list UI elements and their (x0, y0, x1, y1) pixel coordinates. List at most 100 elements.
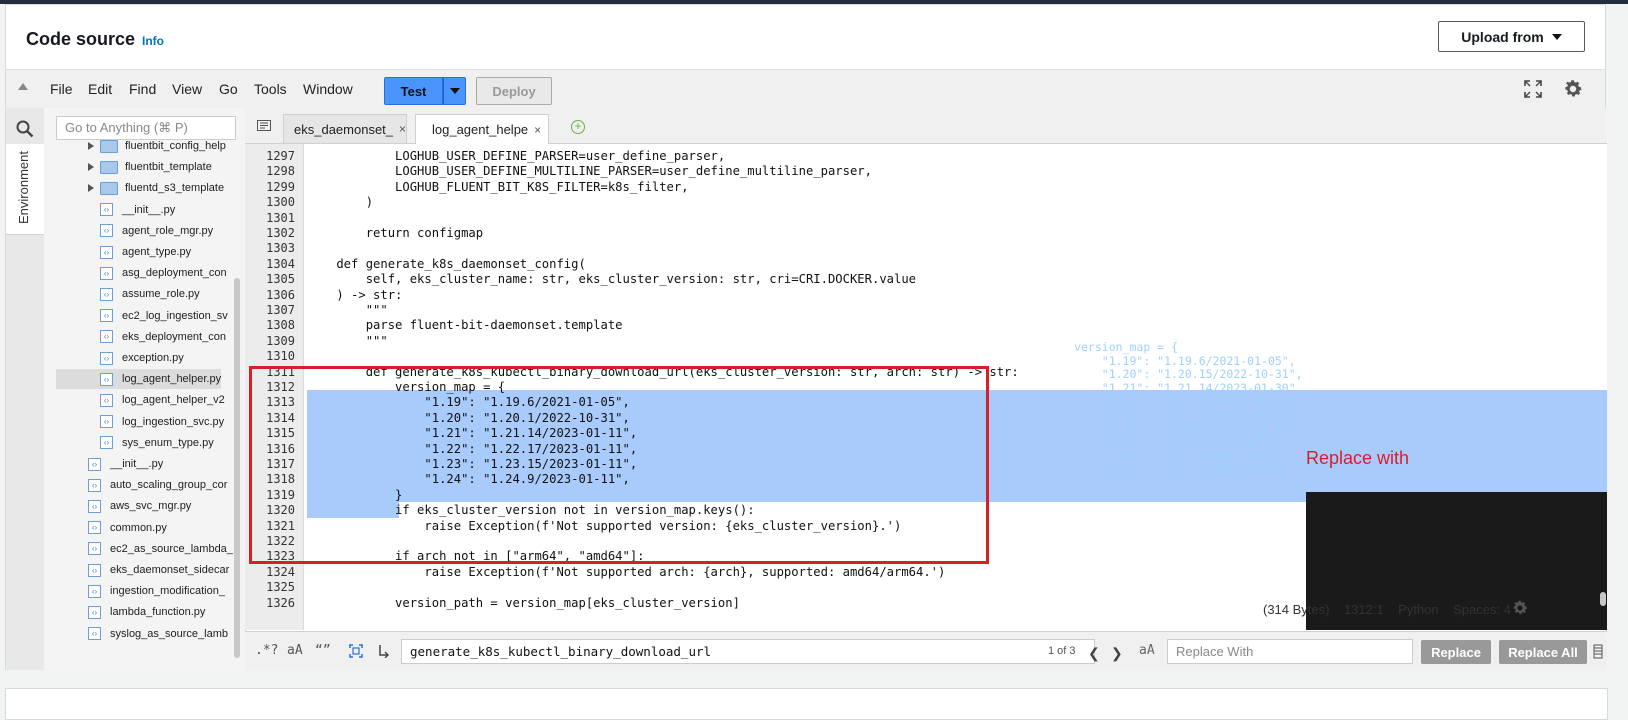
menu-window[interactable]: Window (303, 81, 353, 97)
gear-icon[interactable] (1511, 599, 1529, 617)
tab-menu-icon[interactable] (257, 120, 271, 131)
tree-file[interactable]: ‹› common.py (88, 518, 167, 538)
code-line[interactable]: """ (307, 302, 388, 318)
environment-tab[interactable]: Environment (6, 144, 44, 235)
python-file-icon: ‹› (88, 605, 101, 619)
tree-item-label: ingestion_modification_ (110, 585, 225, 598)
tree-file[interactable]: ‹› asg_deployment_con (100, 263, 227, 283)
tree-file[interactable]: ‹› log_agent_helper.py (56, 369, 221, 390)
tree-item-label: ec2_as_source_lambda_ (110, 542, 233, 555)
editor-scrollbar[interactable] (1600, 592, 1606, 606)
tree-file[interactable]: ‹› ec2_as_source_lambda_ (88, 539, 233, 559)
match-case-toggle[interactable]: aA (287, 643, 303, 658)
tree-folder[interactable]: fluentbit_template (88, 157, 212, 177)
tree-file[interactable]: ‹› auto_scaling_group_cor (88, 475, 227, 495)
fullscreen-icon[interactable] (1524, 80, 1542, 98)
tree-file[interactable]: ‹› log_ingestion_svc.py (100, 412, 224, 432)
in-selection-icon[interactable] (349, 644, 363, 658)
menu-tools[interactable]: Tools (254, 81, 287, 97)
tree-file[interactable]: ‹› assume_role.py (100, 284, 200, 304)
replace-with-annotation: Replace with (1306, 448, 1410, 468)
code-line[interactable]: """ (307, 333, 388, 349)
tree-folder[interactable]: fluentbit_config_help (88, 136, 226, 156)
code-line[interactable]: LOGHUB_USER_DEFINE_MULTILINE_PARSER=user… (307, 163, 872, 179)
code-line[interactable]: LOGHUB_USER_DEFINE_PARSER=user_define_pa… (307, 148, 725, 164)
tree-file[interactable]: ‹› agent_type.py (100, 242, 191, 262)
replace-button[interactable]: Replace (1421, 640, 1491, 664)
tree-folder[interactable]: fluentd_s3_template (88, 178, 224, 198)
tree-item-label: assume_role.py (122, 288, 200, 301)
indent-spaces[interactable]: Spaces: 4 (1453, 602, 1511, 617)
cursor-position[interactable]: 1312:1 (1344, 602, 1384, 617)
close-icon[interactable]: × (534, 123, 541, 137)
code-line[interactable]: def generate_k8s_daemonset_config( (307, 256, 585, 272)
preserve-case-toggle[interactable]: aA (1139, 643, 1155, 658)
chevron-right-icon[interactable] (88, 142, 94, 150)
tree-file[interactable]: ‹› agent_role_mgr.py (100, 221, 213, 241)
close-icon[interactable]: × (399, 122, 406, 136)
search-icon[interactable] (16, 120, 34, 138)
tab-eks-daemonset[interactable]: eks_daemonset_ × (283, 114, 407, 143)
tree-file[interactable]: ‹› eks_daemonset_sidecar (88, 560, 229, 580)
code-line[interactable]: return configmap (307, 225, 483, 241)
chevron-right-icon[interactable] (88, 184, 94, 193)
tree-scrollbar[interactable] (234, 278, 240, 658)
tree-file[interactable]: ‹› log_agent_helper_v2 (100, 390, 225, 410)
code-line[interactable]: LOGHUB_FLUENT_BIT_K8S_FILTER=k8s_filter, (307, 179, 689, 195)
replacement-code-line: "1.24": "1.24.13/2023-05-11", (991, 421, 1303, 436)
add-tab-icon[interactable]: + (571, 120, 585, 134)
tree-file[interactable]: ‹› ingestion_modification_ (88, 581, 225, 601)
code-line[interactable]: raise Exception(f'Not supported arch: {a… (307, 564, 945, 580)
python-file-icon: ‹› (100, 436, 113, 450)
replace-all-button[interactable]: Replace All (1499, 640, 1587, 664)
code-line[interactable]: parse fluent-bit-daemonset.template (307, 317, 623, 333)
info-link[interactable]: Info (142, 34, 164, 48)
code-editor[interactable]: 1297 LOGHUB_USER_DEFINE_PARSER=user_defi… (245, 144, 1607, 630)
tree-file[interactable]: ‹› lambda_function.py (88, 602, 205, 622)
replace-input[interactable]: Replace With (1167, 639, 1413, 664)
whole-word-toggle[interactable]: “” (315, 643, 331, 658)
tree-item-label: agent_role_mgr.py (122, 224, 214, 237)
tree-item-label: ec2_log_ingestion_sv (122, 309, 228, 322)
tree-file[interactable]: ‹› ec2_log_ingestion_sv (100, 306, 228, 326)
tree-item-label: __init__.py (110, 458, 164, 470)
python-file-icon: ‹› (100, 415, 113, 429)
chevron-right-icon[interactable] (88, 163, 94, 172)
tree-file[interactable]: ‹› eks_deployment_con (100, 327, 226, 347)
menu-file[interactable]: File (50, 81, 73, 97)
tree-file[interactable]: ‹› exception.py (100, 348, 184, 368)
regex-toggle[interactable]: .*? (255, 643, 278, 658)
tree-file[interactable]: ‹› aws_svc_mgr.py (88, 496, 191, 516)
find-input[interactable]: generate_k8s_kubectl_binary_download_url (401, 639, 1095, 664)
code-line[interactable]: ) -> str: (307, 287, 402, 303)
test-dropdown-button[interactable] (443, 77, 466, 105)
tree-file[interactable]: ‹› __init__.py (100, 200, 175, 220)
tree-file[interactable]: ‹› __init__.py (88, 454, 163, 474)
replacement-code-line: "1.19": "1.19.6/2021-01-05", (991, 353, 1296, 368)
caret-down-icon (1551, 33, 1562, 40)
replacement-code-line: "1.22": "1.22.17/2023-05-11", (991, 394, 1303, 409)
line-number: 1300 (266, 195, 295, 210)
python-file-icon: ‹› (100, 351, 113, 365)
menu-find[interactable]: Find (129, 81, 156, 97)
close-find-icon[interactable] (1593, 644, 1603, 659)
tab-log-agent-helper[interactable]: log_agent_helpe × (415, 114, 549, 144)
code-line[interactable]: ) (307, 194, 373, 210)
language-mode[interactable]: Python (1398, 602, 1438, 617)
code-line[interactable]: self, eks_cluster_name: str, eks_cluster… (307, 271, 916, 287)
upload-from-button[interactable]: Upload from (1438, 21, 1585, 52)
test-button[interactable]: Test (384, 77, 443, 105)
gear-icon[interactable] (1562, 78, 1584, 100)
menu-edit[interactable]: Edit (88, 81, 112, 97)
deploy-button[interactable]: Deploy (476, 77, 552, 105)
next-match-icon[interactable]: ❯ (1111, 645, 1123, 662)
menu-view[interactable]: View (172, 81, 202, 97)
code-line[interactable]: version_path = version_map[eks_cluster_v… (307, 595, 740, 611)
editor-tabbar: eks_daemonset_ × log_agent_helpe × + (245, 108, 1607, 144)
menu-go[interactable]: Go (219, 81, 238, 97)
collapse-up-icon[interactable] (18, 83, 28, 90)
wrap-around-icon[interactable] (377, 644, 389, 658)
tree-file[interactable]: ‹› sys_enum_type.py (100, 433, 214, 453)
tree-file[interactable]: ‹› syslog_as_source_lamb (88, 624, 228, 644)
previous-match-icon[interactable]: ❮ (1088, 645, 1100, 662)
